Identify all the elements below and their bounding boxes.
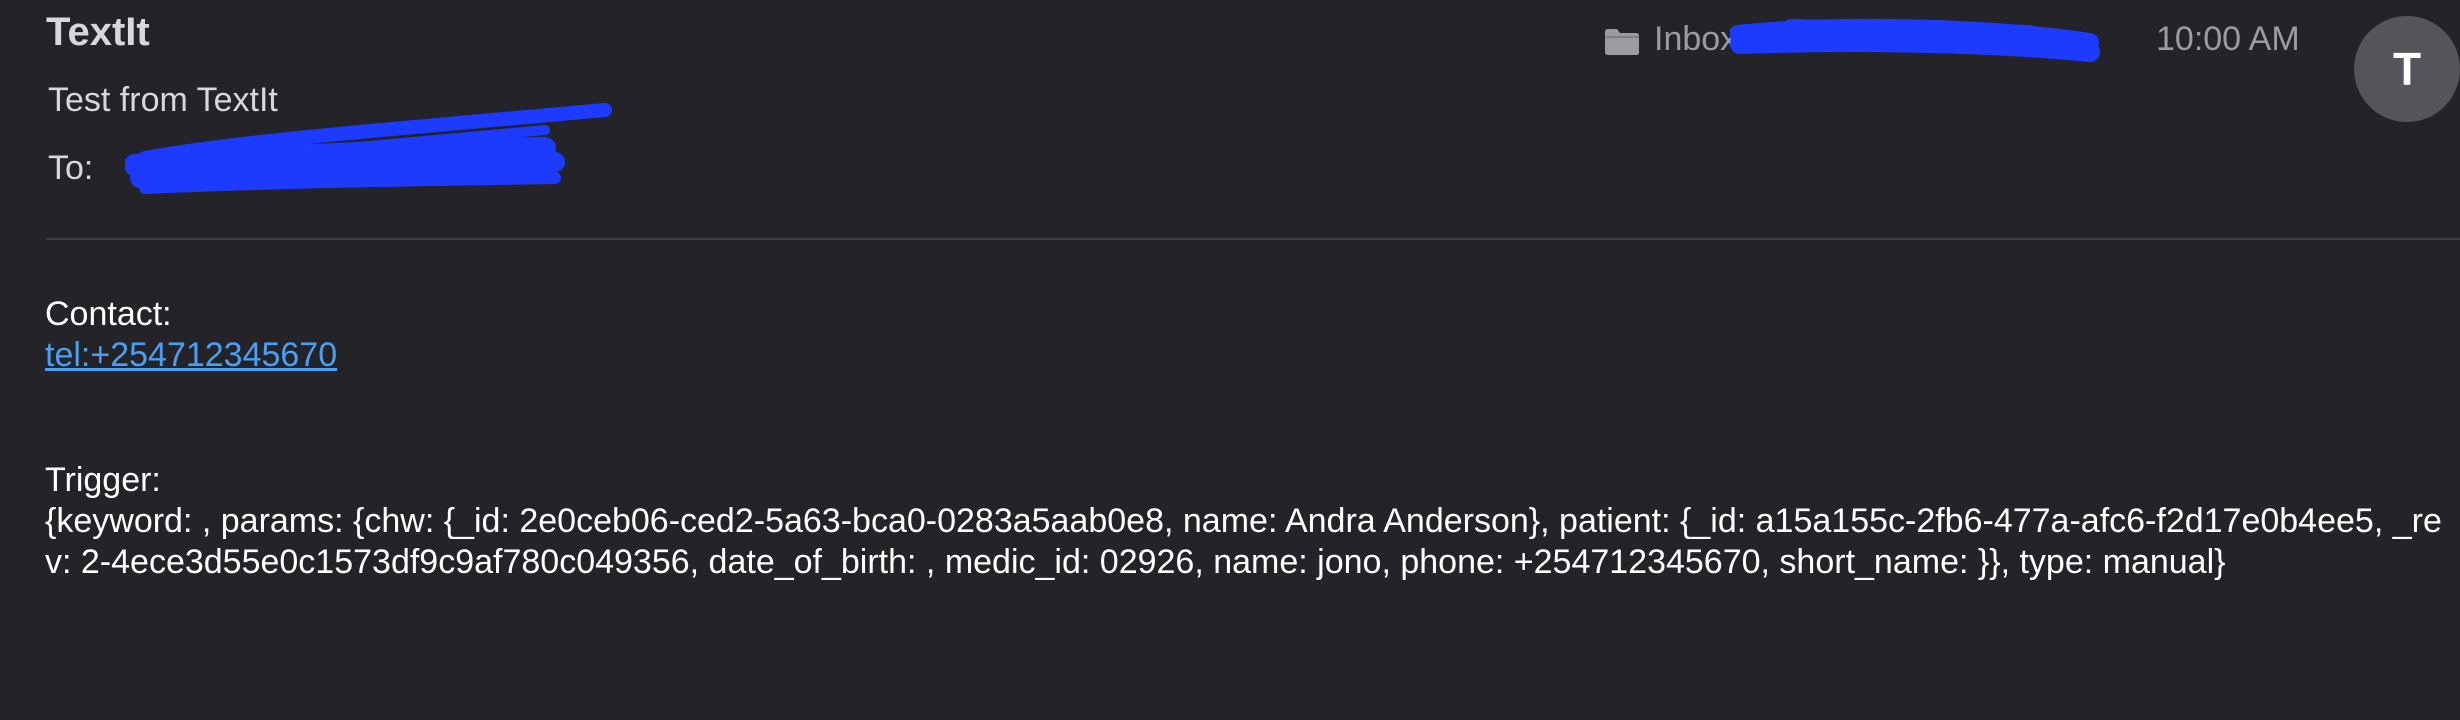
contact-label: Contact: [45,295,172,333]
mailbox-location[interactable]: Inbox [1604,20,1737,59]
trigger-label: Trigger: [45,461,161,499]
sender-name: TextIt [46,10,150,54]
recipient-row: To: [48,148,93,189]
avatar: T [2354,16,2460,122]
recipient-redaction [125,103,612,194]
trigger-value: {keyword: , params: {chw: {_id: 2e0ceb06… [45,502,2442,581]
header-divider [46,238,2460,240]
mailbox-label: Inbox [1654,20,1738,58]
folder-icon [1604,26,1640,55]
contact-phone-link[interactable]: tel:+254712345670 [45,335,337,376]
received-time: 10:00 AM [2156,20,2300,58]
email-view: TextIt Test from TextIt To: Inbox 10:00 … [0,0,2460,720]
to-label: To: [48,149,94,187]
account-redaction [1730,18,2100,62]
